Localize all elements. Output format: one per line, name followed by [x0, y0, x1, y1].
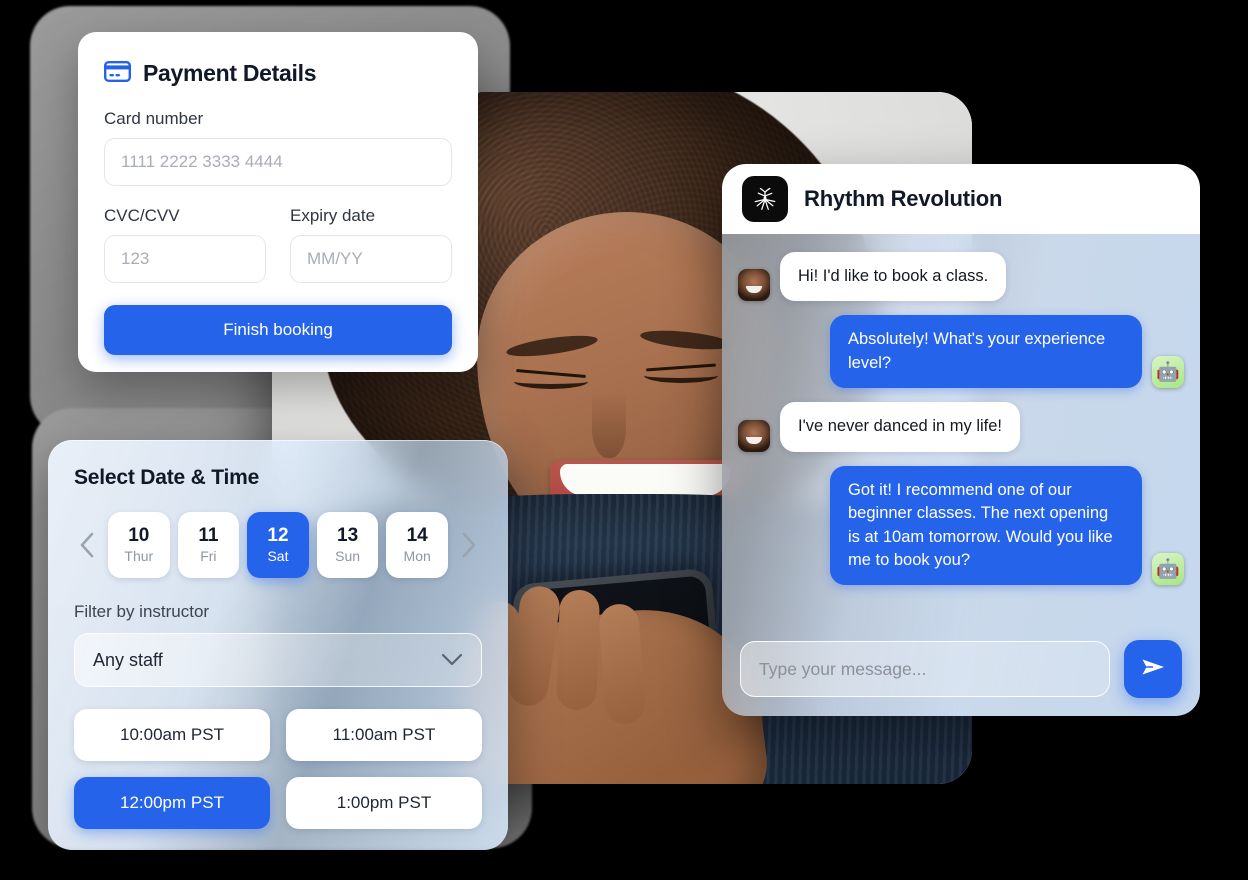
- day-chip-selected[interactable]: 12 Sat: [247, 512, 309, 578]
- page-title: Payment Details: [143, 60, 317, 86]
- send-paper-plane-icon: [1139, 654, 1167, 685]
- card-number-input[interactable]: 1111 2222 3333 4444: [104, 138, 452, 186]
- chat-message-row: Absolutely! What's your experience level…: [738, 315, 1184, 389]
- expiry-group: Expiry date MM/YY: [290, 206, 452, 283]
- day-weekday: Sun: [335, 547, 361, 564]
- user-avatar: [738, 269, 770, 302]
- instructor-filter-value: Any staff: [93, 649, 163, 670]
- day-weekday: Fri: [200, 547, 217, 564]
- select-date-time-card: Select Date & Time 10 Thur 11 Fri 12 Sat…: [48, 440, 508, 850]
- chat-bubble-outgoing: Got it! I recommend one of our beginner …: [830, 465, 1142, 586]
- cvc-label: CVC/CVV: [104, 206, 180, 225]
- card-number-label: Card number: [104, 109, 204, 128]
- time-slot-selected[interactable]: 12:00pm PST: [74, 777, 270, 829]
- instructor-filter-label: Filter by instructor: [74, 602, 210, 621]
- instructor-filter-select[interactable]: Any staff: [74, 633, 482, 687]
- day-weekday: Thur: [124, 547, 154, 564]
- chevron-left-icon[interactable]: [74, 523, 100, 567]
- payment-header: Payment Details: [104, 60, 452, 87]
- robot-avatar: 🤖: [1152, 553, 1184, 586]
- send-button[interactable]: [1124, 640, 1182, 698]
- screenshot-stage: Payment Details Card number 1111 2222 33…: [0, 0, 1248, 880]
- chevron-right-icon[interactable]: [456, 523, 482, 567]
- dancer-logo-icon: [742, 176, 788, 222]
- cvc-input[interactable]: 123: [104, 235, 266, 283]
- chat-bubble-incoming: Hi! I'd like to book a class.: [780, 252, 1007, 302]
- chat-message-row: Hi! I'd like to book a class.: [738, 252, 1184, 302]
- chat-message-row: I've never danced in my life!: [738, 402, 1184, 452]
- day-number: 14: [406, 525, 428, 547]
- chat-title: Rhythm Revolution: [804, 186, 1003, 211]
- payment-details-card: Payment Details Card number 1111 2222 33…: [78, 32, 478, 372]
- chat-header: Rhythm Revolution: [722, 164, 1200, 234]
- chat-composer: Type your message...: [738, 640, 1184, 716]
- chat-message-input[interactable]: Type your message...: [740, 641, 1110, 697]
- day-number: 11: [198, 525, 219, 547]
- time-slot[interactable]: 10:00am PST: [74, 709, 270, 761]
- day-weekday: Sat: [267, 547, 289, 564]
- day-chip[interactable]: 11 Fri: [177, 512, 240, 578]
- day-number: 12: [267, 525, 289, 547]
- chat-widget: Rhythm Revolution Hi! I'd like to book a…: [722, 164, 1200, 716]
- cvc-group: CVC/CVV 123: [104, 206, 266, 283]
- day-chip[interactable]: 13 Sun: [316, 512, 379, 578]
- card-number-group: Card number 1111 2222 3333 4444: [104, 109, 452, 186]
- time-slot[interactable]: 1:00pm PST: [286, 777, 482, 829]
- time-slot[interactable]: 11:00am PST: [286, 709, 482, 761]
- expiry-label: Expiry date: [290, 206, 376, 225]
- chat-bubble-incoming: I've never danced in my life!: [780, 402, 1021, 452]
- cvc-expiry-row: CVC/CVV 123 Expiry date MM/YY: [104, 206, 452, 283]
- datetime-title: Select Date & Time: [74, 466, 260, 489]
- chat-message-list: Hi! I'd like to book a class. Absolutely…: [722, 234, 1200, 716]
- day-number: 10: [128, 525, 150, 547]
- day-selector: 10 Thur 11 Fri 12 Sat 13 Sun 14 Mon: [74, 512, 482, 578]
- credit-card-icon: [104, 60, 132, 87]
- day-chip[interactable]: 10 Thur: [108, 512, 170, 578]
- day-weekday: Mon: [403, 547, 431, 564]
- time-slot-grid: 10:00am PST 11:00am PST 12:00pm PST 1:00…: [74, 709, 482, 829]
- chevron-down-icon: [441, 650, 463, 671]
- day-chip[interactable]: 14 Mon: [386, 512, 448, 578]
- finish-booking-button[interactable]: Finish booking: [104, 305, 452, 355]
- expiry-input[interactable]: MM/YY: [290, 235, 452, 283]
- day-number: 13: [337, 525, 359, 547]
- chat-message-row: Got it! I recommend one of our beginner …: [738, 465, 1184, 586]
- robot-avatar: 🤖: [1152, 356, 1184, 389]
- chat-bubble-outgoing: Absolutely! What's your experience level…: [830, 315, 1142, 389]
- user-avatar: [738, 419, 770, 452]
